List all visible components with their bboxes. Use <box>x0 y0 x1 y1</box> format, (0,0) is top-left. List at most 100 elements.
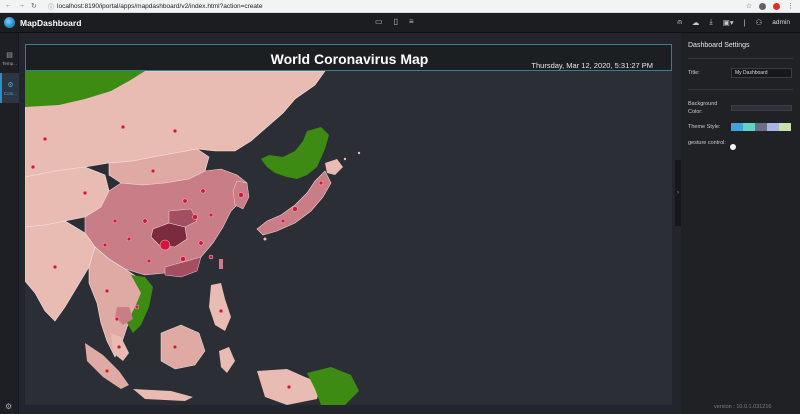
settings-gear-icon[interactable]: ⚙ <box>5 402 12 411</box>
case-marker[interactable] <box>116 344 122 350</box>
desktop-icon[interactable]: ▭ <box>375 17 383 26</box>
version-label: version : 10.0.1.031216 <box>714 404 772 410</box>
title-input[interactable] <box>731 68 792 78</box>
theme-swatches <box>731 123 791 131</box>
case-marker[interactable] <box>180 256 186 262</box>
info-icon[interactable]: ⓘ <box>48 2 54 11</box>
case-marker[interactable] <box>192 214 198 220</box>
sidebar-item-templates[interactable]: ▤ Temp... <box>0 43 19 73</box>
app-header: MapDashboard ▭ ▯ ≡ ⍝ ☁ ⤓ ▣▾ | ⚇ admin <box>0 13 800 33</box>
user-icon[interactable]: ⚇ <box>756 18 763 27</box>
template-icon: ▤ <box>6 51 13 59</box>
map-region-island <box>343 157 347 161</box>
forward-icon[interactable]: → <box>18 2 25 10</box>
title-widget[interactable]: World Coronavirus Map Thursday, Mar 12, … <box>25 44 672 71</box>
case-marker[interactable] <box>82 190 88 196</box>
divider <box>688 89 793 90</box>
browser-toolbar: ← → ↻ ⓘ localhost:8190/iportal/apps/mapd… <box>0 0 800 13</box>
browser-nav: ← → ↻ <box>0 2 48 10</box>
reload-icon[interactable]: ↻ <box>31 2 37 10</box>
app-name: MapDashboard <box>20 17 82 28</box>
title-label: Title: <box>688 70 700 76</box>
map-region-borneo <box>160 324 206 370</box>
datetime-label: Thursday, Mar 12, 2020, 5:31:27 PM <box>531 61 653 70</box>
url-text[interactable]: localhost:8190/iportal/apps/mapdashboard… <box>57 3 262 10</box>
background-color-label: Background Color: <box>688 101 718 115</box>
case-marker[interactable] <box>104 288 110 294</box>
map-region-japan <box>256 170 332 236</box>
extension-icon[interactable] <box>773 2 780 10</box>
case-marker[interactable] <box>182 198 188 204</box>
case-marker[interactable] <box>172 344 178 350</box>
case-marker[interactable] <box>142 218 148 224</box>
star-icon[interactable]: ☆ <box>746 2 752 10</box>
dashboard-canvas: World Coronavirus Map Thursday, Mar 12, … <box>25 44 672 405</box>
case-marker[interactable] <box>150 168 156 174</box>
case-marker[interactable] <box>286 384 292 390</box>
upload-icon[interactable]: ☁ <box>692 18 700 27</box>
device-switcher: ▭ ▯ ≡ <box>375 17 414 26</box>
panel-heading: Dashboard Settings <box>688 42 750 49</box>
gesture-control-toggle[interactable] <box>730 144 736 150</box>
theme-swatch[interactable] <box>767 123 779 131</box>
divider: | <box>743 17 746 27</box>
map-region-sulawesi <box>219 347 235 373</box>
map-region-taiwan <box>219 259 223 269</box>
case-marker[interactable] <box>292 206 298 212</box>
settings-panel: Dashboard Settings Title: Background Col… <box>681 33 800 414</box>
sidebar-item-components[interactable]: ⚙ Com... <box>0 73 19 103</box>
case-marker[interactable] <box>52 264 58 270</box>
theme-style-label: Theme Style: <box>688 124 721 130</box>
component-icon: ⚙ <box>7 81 14 89</box>
username[interactable]: admin <box>772 19 790 26</box>
theme-swatch[interactable] <box>743 123 755 131</box>
case-marker[interactable] <box>200 188 206 194</box>
theme-swatch[interactable] <box>755 123 767 131</box>
sidebar-item-label: Temp... <box>2 60 17 66</box>
tablet-icon[interactable]: ▯ <box>394 17 398 26</box>
map-region-island <box>357 151 361 155</box>
case-marker[interactable] <box>198 240 204 246</box>
map-region-philippines <box>209 283 231 331</box>
header-actions: ⍝ ☁ ⤓ ▣▾ | ⚇ admin <box>677 17 790 27</box>
background-color-picker[interactable] <box>731 105 792 111</box>
case-marker[interactable] <box>280 218 286 224</box>
download-icon[interactable]: ⤓ <box>709 17 712 27</box>
case-marker[interactable] <box>238 192 244 198</box>
left-sidebar: ▤ Temp... ⚙ Com... ⚙ <box>0 33 19 414</box>
divider <box>688 58 793 59</box>
case-marker[interactable] <box>30 164 36 170</box>
back-icon[interactable]: ← <box>5 2 12 10</box>
case-marker[interactable] <box>126 236 132 242</box>
case-marker[interactable] <box>208 212 214 218</box>
case-marker[interactable] <box>146 258 152 264</box>
case-marker[interactable] <box>318 180 324 186</box>
map-region-java <box>133 389 193 401</box>
browser-actions: ☆ ⋮ <box>746 2 800 10</box>
share-icon[interactable]: ⍝ <box>677 17 682 27</box>
map-region-green-east <box>261 127 329 179</box>
case-marker[interactable] <box>208 254 214 260</box>
case-marker[interactable] <box>159 239 171 251</box>
theme-swatch[interactable] <box>779 123 791 131</box>
address-bar[interactable]: ⓘ localhost:8190/iportal/apps/mapdashboa… <box>48 2 746 11</box>
case-marker[interactable] <box>104 368 110 374</box>
logo-icon <box>4 17 15 28</box>
case-marker[interactable] <box>102 242 108 248</box>
more-icon[interactable]: ⋮ <box>787 2 794 10</box>
case-marker[interactable] <box>134 304 140 310</box>
save-icon[interactable]: ▣▾ <box>723 18 734 27</box>
case-marker[interactable] <box>120 124 126 130</box>
map-widget[interactable] <box>25 71 672 405</box>
map-region-india <box>25 220 96 322</box>
sidebar-item-label: Com... <box>3 90 18 96</box>
case-marker[interactable] <box>218 308 224 314</box>
theme-swatch[interactable] <box>731 123 743 131</box>
case-marker[interactable] <box>112 218 118 224</box>
case-marker[interactable] <box>172 128 178 134</box>
profile-icon[interactable] <box>759 2 766 10</box>
case-marker[interactable] <box>114 316 120 322</box>
list-icon[interactable]: ≡ <box>409 17 414 26</box>
case-marker[interactable] <box>42 136 48 142</box>
map-region-island <box>263 237 267 241</box>
